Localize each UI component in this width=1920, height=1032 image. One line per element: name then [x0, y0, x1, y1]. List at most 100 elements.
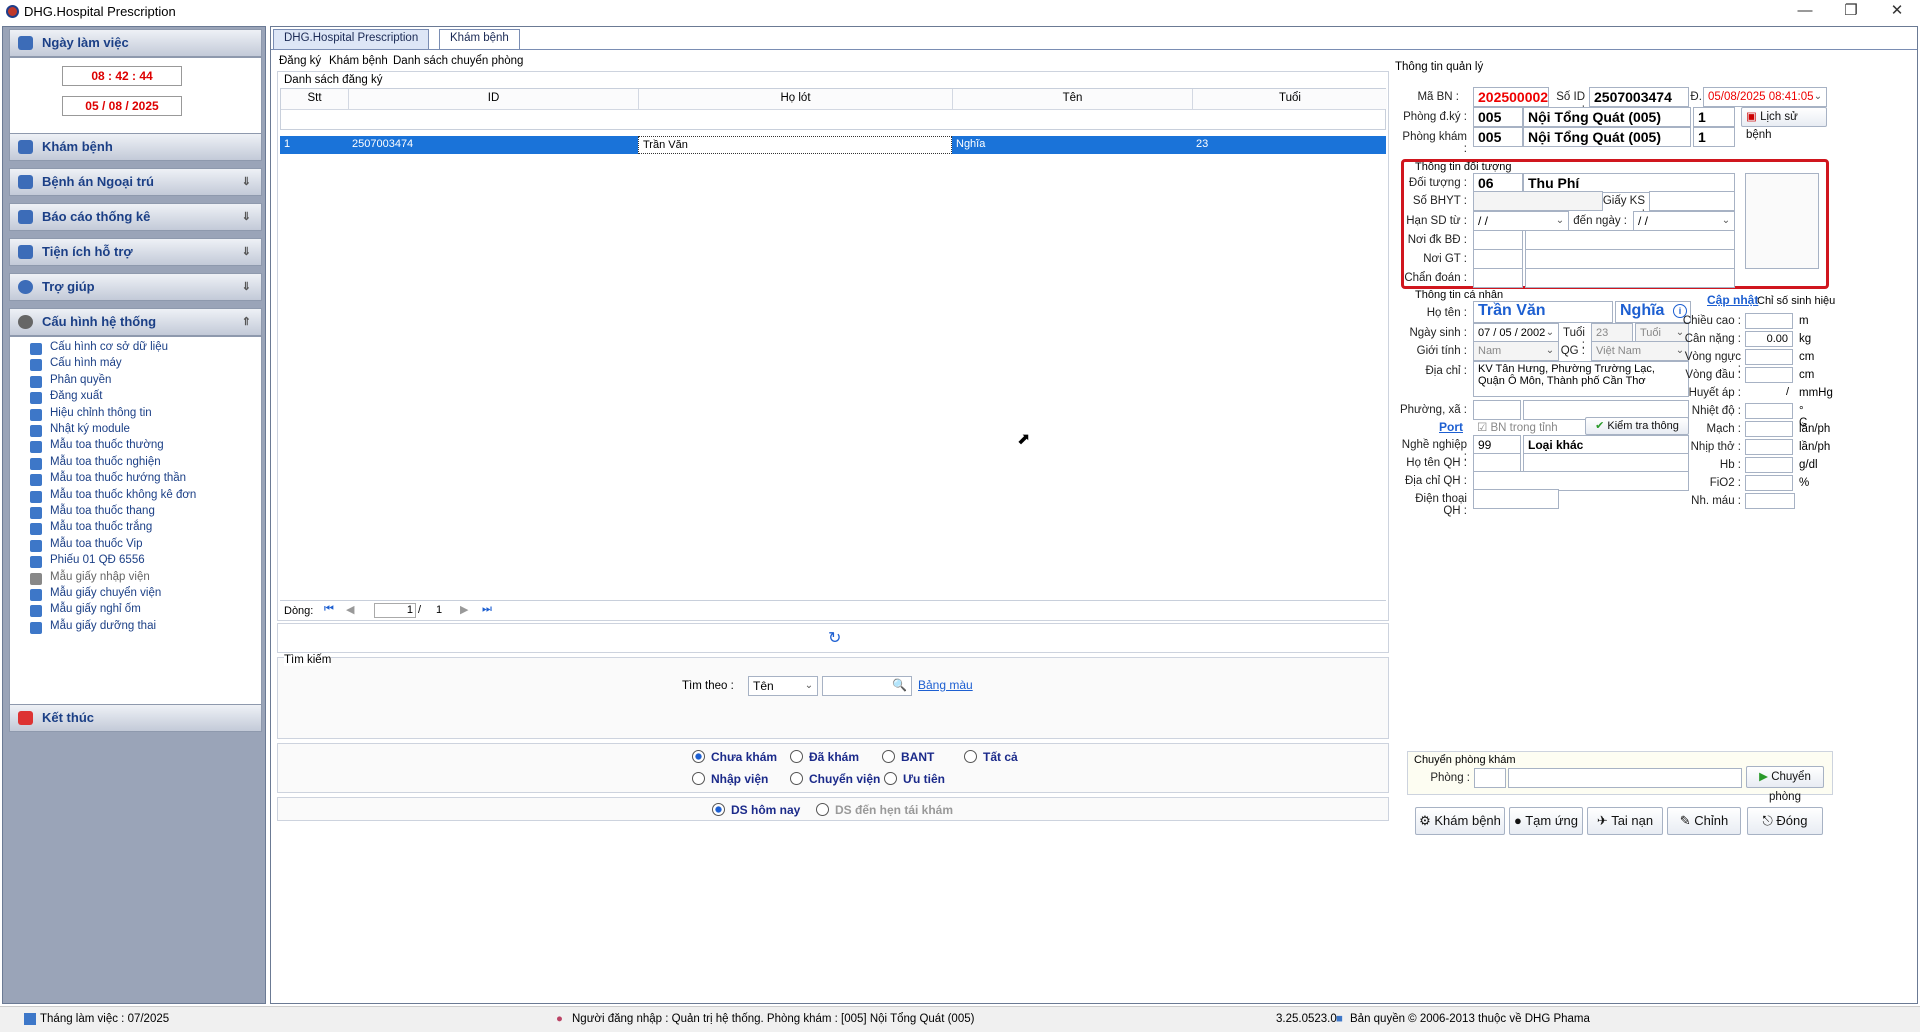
gioitinh-select[interactable]: Nam ⌄ [1473, 341, 1559, 361]
tam-ung-button[interactable]: ● Tạm ứng [1509, 807, 1583, 835]
radio-nhap-vien[interactable]: Nhập viện [692, 772, 768, 786]
last-page-icon[interactable]: ⏭ [482, 603, 492, 616]
radio-chuyen-vien[interactable]: Chuyển viện [790, 772, 880, 786]
filter-row[interactable] [281, 109, 1385, 129]
ma-bn-field[interactable]: 2025000023 [1473, 87, 1549, 107]
config-menu-item[interactable]: Mẫu toa thuốc Vip [50, 538, 143, 550]
config-menu-item[interactable]: Mẫu toa thuốc thang [50, 505, 155, 517]
port-link[interactable]: Port [1439, 420, 1463, 434]
vital-field[interactable] [1745, 493, 1795, 509]
hotenqh-code[interactable] [1473, 453, 1521, 473]
vital-field[interactable] [1745, 313, 1793, 329]
vital-field[interactable] [1745, 475, 1793, 491]
vital-field[interactable]: 0.00 [1745, 331, 1793, 347]
radio-tat-ca[interactable]: Tất cả [964, 750, 1018, 764]
chandoan-code[interactable] [1473, 268, 1523, 288]
nghe-name[interactable]: Loại khác [1523, 435, 1689, 455]
subtab-danh-sach-chuyen-phong[interactable]: Danh sách chuyển phòng [393, 55, 523, 67]
config-menu-item[interactable]: Cấu hình cơ sở dữ liệu [50, 341, 168, 353]
doi-tuong-name[interactable]: Thu Phí [1523, 173, 1735, 193]
vital-field[interactable] [1745, 421, 1793, 437]
cap-nhat-link[interactable]: Cập nhật [1707, 293, 1758, 307]
config-menu-item[interactable]: Mẫu toa thuốc trắng [50, 521, 152, 533]
noigt-code[interactable] [1473, 249, 1523, 269]
ho-field[interactable]: Trần Văn [1473, 301, 1613, 323]
sidebar-section-bao-cao[interactable]: Báo cáo thống kê ⇓ [9, 203, 262, 231]
first-page-icon[interactable]: ⏮ [324, 603, 334, 616]
col-stt[interactable]: Stt [281, 89, 349, 109]
diachiqh-field[interactable] [1473, 471, 1689, 491]
tab-kham-benh[interactable]: Khám bệnh [439, 29, 520, 49]
sidebar-section-cau-hinh[interactable]: Cấu hình hệ thống ⇑ [9, 308, 262, 336]
nghe-code[interactable]: 99 [1473, 435, 1521, 455]
next-page-icon[interactable]: ▶ [460, 603, 468, 616]
config-menu-item[interactable]: Nhật ký module [50, 423, 130, 435]
config-menu-item[interactable]: Phân quyền [50, 374, 111, 386]
prev-page-icon[interactable]: ◀ [346, 603, 354, 616]
transfer-room-name[interactable] [1508, 768, 1742, 788]
chandoan-name[interactable] [1525, 268, 1735, 288]
work-date[interactable]: 05 / 08 / 2025 [62, 96, 182, 116]
tab-hospital-prescription[interactable]: DHG.Hospital Prescription [273, 29, 430, 49]
bhyt-field[interactable] [1473, 191, 1603, 211]
config-menu-item[interactable]: Hiệu chỉnh thông tin [50, 407, 152, 419]
sidebar-section-tien-ich[interactable]: Tiện ích hỗ trợ ⇓ [9, 238, 262, 266]
minimize-button[interactable]: — [1782, 0, 1828, 24]
subtab-dang-ky[interactable]: Đăng ký [279, 55, 321, 67]
patient-photo[interactable] [1745, 173, 1819, 269]
kham-benh-button[interactable]: ⚙ Khám bệnh [1415, 807, 1505, 835]
config-menu-item[interactable]: Cấu hình máy [50, 357, 122, 369]
col-ten[interactable]: Tên [953, 89, 1193, 109]
maximize-button[interactable]: ❐ [1828, 0, 1874, 24]
so-id-field[interactable]: 2507003474 [1589, 87, 1689, 107]
doi-tuong-code[interactable]: 06 [1473, 173, 1523, 193]
col-tuoi[interactable]: Tuổi [1193, 89, 1387, 109]
bn-trong-tinh-checkbox[interactable]: ☑ BN trong tỉnh [1477, 420, 1558, 434]
hotenqh-field[interactable] [1523, 453, 1689, 473]
phong-dky-code[interactable]: 005 [1473, 107, 1523, 127]
radio-ds-hen-tai-kham[interactable]: DS đến hẹn tái khám [816, 803, 953, 817]
search-icon[interactable]: 🔍 [892, 677, 907, 693]
tuoi-field[interactable]: 23 [1591, 323, 1633, 343]
config-menu-item[interactable]: Phiếu 01 QĐ 6556 [50, 554, 145, 566]
phong-dky-count[interactable]: 1 [1693, 107, 1735, 127]
dky-field[interactable]: 05/08/2025 08:41:05 ⌄ [1703, 87, 1827, 107]
phong-dky-name[interactable]: Nội Tổng Quát (005) [1523, 107, 1691, 127]
config-menu-item[interactable]: Mẫu toa thuốc không kê đơn [50, 489, 196, 501]
refresh-icon[interactable]: ↻ [828, 628, 841, 648]
sidebar-header-workday[interactable]: Ngày làm việc [9, 29, 262, 57]
col-holot[interactable]: Họ lót [639, 89, 953, 109]
diachi-field[interactable]: KV Tân Hưng, Phường Trường Lạc, Quận Ô M… [1473, 361, 1689, 397]
config-menu-item[interactable]: Đăng xuất [50, 390, 102, 402]
radio-da-kham[interactable]: Đã khám [790, 750, 859, 764]
qg-select[interactable]: Việt Nam ⌄ [1591, 341, 1689, 361]
vital-field[interactable] [1745, 457, 1793, 473]
chinh-button[interactable]: ✎ Chỉnh [1667, 807, 1741, 835]
phong-kham-code[interactable]: 005 [1473, 127, 1523, 147]
radio-chua-kham[interactable]: Chưa khám [692, 750, 777, 764]
dtqh-field[interactable] [1473, 489, 1559, 509]
vital-field[interactable]: / [1745, 385, 1793, 401]
vital-field[interactable] [1745, 439, 1793, 455]
ten-field[interactable]: Nghĩa i [1615, 301, 1691, 323]
hansd-from-field[interactable]: / / ⌄ [1473, 211, 1569, 231]
radio-ds-hom-nay[interactable]: DS hôm nay [712, 803, 800, 817]
dong-button[interactable]: ⎋ Đóng [1747, 807, 1823, 835]
lich-su-benh-button[interactable]: ▣ Lịch sử bệnh [1741, 107, 1827, 141]
noigt-name[interactable] [1525, 249, 1735, 269]
hansd-to-field[interactable]: / / ⌄ [1633, 211, 1735, 231]
vital-field[interactable] [1745, 367, 1793, 383]
vital-field[interactable] [1745, 403, 1793, 419]
col-id[interactable]: ID [349, 89, 639, 109]
radio-uu-tien[interactable]: Ưu tiên [884, 772, 945, 786]
transfer-room-code[interactable] [1474, 768, 1506, 788]
vital-field[interactable] [1745, 349, 1793, 365]
config-menu-item[interactable]: Mẫu giấy nhập viện [50, 571, 150, 583]
ngaysinh-field[interactable]: 07 / 05 / 2002 ⌄ [1473, 323, 1559, 343]
tai-nan-button[interactable]: ✈ Tai nạn [1587, 807, 1663, 835]
page-input[interactable]: 1 [374, 603, 416, 618]
sidebar-section-ket-thuc[interactable]: Kết thúc [9, 704, 262, 732]
config-menu-item[interactable]: Mẫu toa thuốc nghiện [50, 456, 161, 468]
search-input[interactable]: 🔍 [822, 676, 912, 696]
radio-bant[interactable]: BANT [882, 750, 934, 764]
